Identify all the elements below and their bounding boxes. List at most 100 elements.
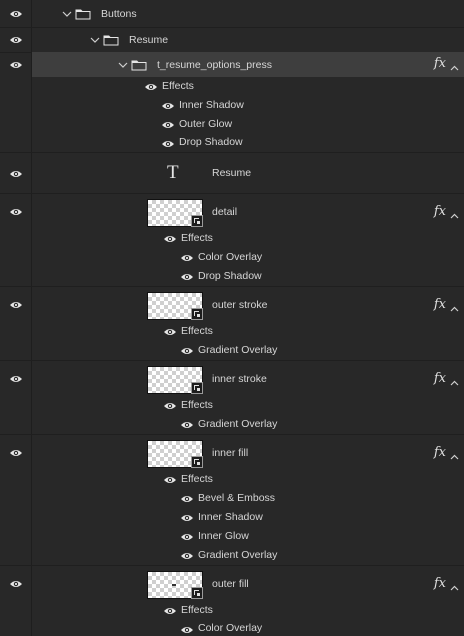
layer-row-inner-stroke[interactable]: inner stroke fx	[0, 361, 464, 396]
layer-name: Resume	[129, 34, 169, 46]
effect-row[interactable]: Inner Shadow	[0, 96, 464, 115]
layers-panel: Buttons Resume t_resume_options_press fx…	[0, 0, 464, 636]
layer-row-outer-stroke[interactable]: outer stroke fx	[0, 287, 464, 322]
chevron-up-icon[interactable]	[450, 62, 459, 71]
effect-name: Gradient Overlay	[198, 549, 278, 561]
text-layer-icon: T	[167, 162, 179, 183]
effects-row[interactable]: Effects	[0, 470, 464, 489]
layer-row-options-press[interactable]: t_resume_options_press fx	[0, 52, 464, 77]
fx-icon[interactable]: fx	[434, 56, 446, 71]
layer-row-inner-fill[interactable]: inner fill fx	[0, 435, 464, 470]
layer-name: inner stroke	[212, 373, 267, 385]
eye-icon[interactable]	[180, 532, 194, 542]
chevron-up-icon[interactable]	[450, 582, 459, 591]
folder-icon	[131, 59, 147, 71]
effect-name: Inner Shadow	[198, 511, 263, 523]
effect-row[interactable]: Drop Shadow	[0, 267, 464, 287]
eye-icon[interactable]	[163, 234, 177, 244]
eye-icon[interactable]	[161, 139, 175, 149]
effects-row[interactable]: Effects	[0, 322, 464, 341]
eye-icon[interactable]	[180, 513, 194, 523]
fx-icon[interactable]: fx	[434, 204, 446, 219]
layer-name: outer fill	[212, 578, 249, 590]
layer-name: t_resume_options_press	[157, 59, 272, 71]
layer-row-detail[interactable]: detail fx	[0, 194, 464, 229]
fx-icon[interactable]: fx	[434, 297, 446, 312]
effect-row[interactable]: Bevel & Emboss	[0, 489, 464, 508]
effects-row[interactable]: Effects	[0, 601, 464, 620]
layer-row-text-resume[interactable]: T Resume	[0, 153, 464, 194]
eye-icon[interactable]	[163, 327, 177, 337]
effect-name: Drop Shadow	[179, 136, 243, 148]
eye-icon[interactable]	[9, 300, 23, 310]
eye-icon[interactable]	[9, 169, 23, 179]
layer-row-outer-fill[interactable]: outer fill fx	[0, 566, 464, 601]
eye-icon[interactable]	[163, 475, 177, 485]
fx-icon[interactable]: fx	[434, 576, 446, 591]
layer-thumbnail	[147, 199, 203, 227]
effect-name: Bevel & Emboss	[198, 492, 276, 504]
chevron-up-icon[interactable]	[450, 303, 459, 312]
layer-name: Buttons	[101, 8, 137, 20]
effect-row[interactable]: Color Overlay	[0, 248, 464, 267]
effect-row[interactable]: Gradient Overlay	[0, 341, 464, 361]
eye-icon[interactable]	[161, 101, 175, 111]
effect-name: Gradient Overlay	[198, 418, 278, 430]
eye-icon[interactable]	[180, 253, 194, 263]
effects-row[interactable]: Effects	[0, 229, 464, 248]
fx-icon[interactable]: fx	[434, 445, 446, 460]
eye-icon[interactable]	[9, 374, 23, 384]
effect-row[interactable]: Outer Glow	[0, 115, 464, 134]
chevron-up-icon[interactable]	[450, 377, 459, 386]
eye-icon[interactable]	[163, 401, 177, 411]
eye-icon[interactable]	[161, 120, 175, 130]
eye-icon[interactable]	[9, 448, 23, 458]
thumbnail-content	[172, 584, 176, 586]
layer-row-buttons[interactable]: Buttons	[0, 0, 464, 28]
eye-icon[interactable]	[9, 35, 23, 45]
effects-row[interactable]: Effects	[0, 77, 464, 96]
chevron-down-icon[interactable]	[118, 60, 128, 70]
eye-icon[interactable]	[144, 82, 158, 92]
effect-name: Inner Glow	[198, 530, 249, 542]
eye-icon[interactable]	[180, 494, 194, 504]
chevron-up-icon[interactable]	[450, 210, 459, 219]
eye-icon[interactable]	[9, 60, 23, 70]
eye-icon[interactable]	[180, 625, 194, 635]
layer-name: outer stroke	[212, 299, 268, 311]
effects-row[interactable]: Effects	[0, 396, 464, 415]
chevron-up-icon[interactable]	[450, 451, 459, 460]
layer-row-resume[interactable]: Resume	[0, 27, 464, 53]
layer-thumbnail	[147, 571, 203, 599]
smart-object-icon	[191, 587, 203, 599]
eye-icon[interactable]	[180, 551, 194, 561]
smart-object-icon	[191, 308, 203, 320]
eye-icon[interactable]	[180, 272, 194, 282]
eye-icon[interactable]	[9, 579, 23, 589]
effect-row[interactable]: Inner Glow	[0, 527, 464, 546]
effects-label: Effects	[181, 604, 213, 616]
effects-label: Effects	[162, 80, 194, 92]
eye-icon[interactable]	[180, 346, 194, 356]
eye-icon[interactable]	[163, 606, 177, 616]
chevron-down-icon[interactable]	[62, 9, 72, 19]
effects-label: Effects	[181, 399, 213, 411]
layer-thumbnail	[147, 366, 203, 394]
layer-thumbnail	[147, 440, 203, 468]
effects-label: Effects	[181, 473, 213, 485]
effect-row[interactable]: Inner Shadow	[0, 508, 464, 527]
effect-row[interactable]: Gradient Overlay	[0, 415, 464, 435]
effect-row[interactable]: Drop Shadow	[0, 134, 464, 153]
effects-label: Effects	[181, 325, 213, 337]
effect-row[interactable]: Color Overlay	[0, 620, 464, 636]
effect-name: Gradient Overlay	[198, 344, 278, 356]
smart-object-icon	[191, 456, 203, 468]
chevron-down-icon[interactable]	[90, 35, 100, 45]
eye-icon[interactable]	[9, 9, 23, 19]
effect-name: Drop Shadow	[198, 270, 262, 282]
eye-icon[interactable]	[180, 420, 194, 430]
layer-thumbnail	[147, 292, 203, 320]
fx-icon[interactable]: fx	[434, 371, 446, 386]
effect-row[interactable]: Gradient Overlay	[0, 546, 464, 566]
eye-icon[interactable]	[9, 207, 23, 217]
